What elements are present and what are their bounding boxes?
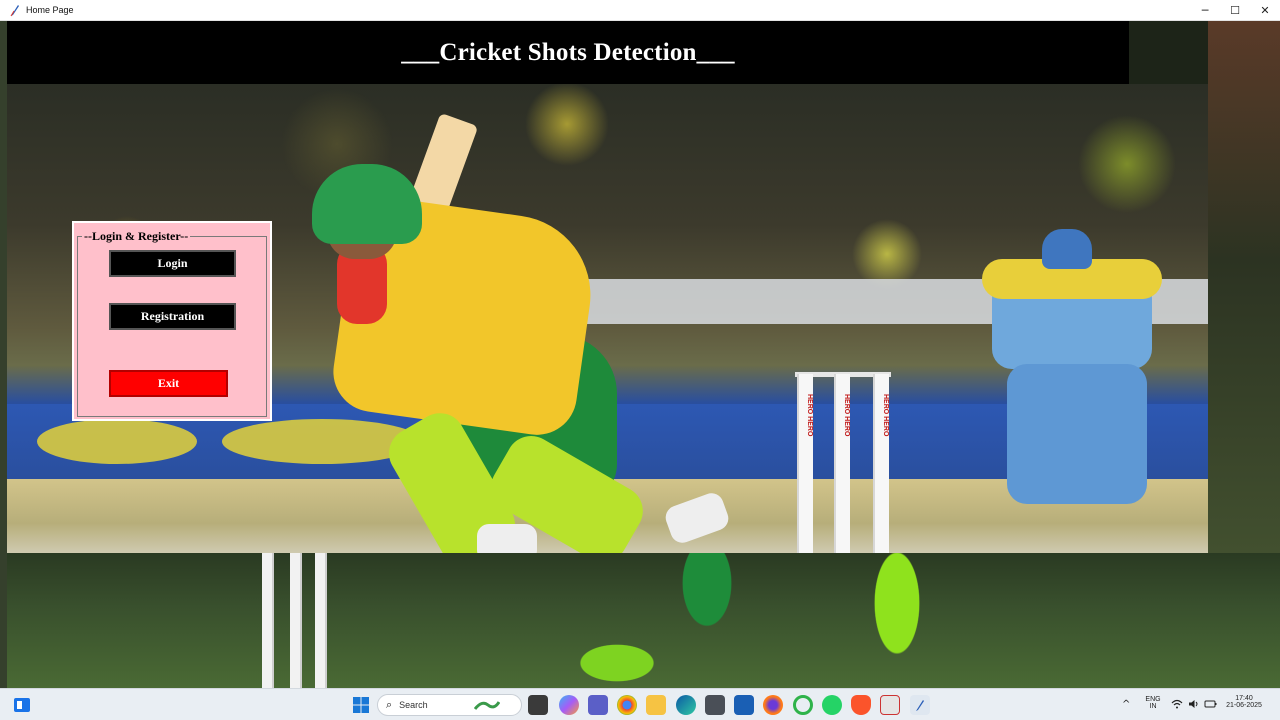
teams-icon[interactable] bbox=[588, 695, 608, 715]
wicket-stump: HERO HERO bbox=[797, 374, 813, 553]
wicket-stump: HERO HERO bbox=[834, 374, 850, 553]
task-view-icon[interactable] bbox=[528, 695, 548, 715]
volume-icon[interactable] bbox=[1188, 699, 1200, 709]
search-placeholder: Search bbox=[399, 700, 428, 710]
whatsapp-icon[interactable] bbox=[822, 695, 842, 715]
stump-sponsor-text: HERO HERO bbox=[843, 394, 850, 437]
window-titlebar: Home Page ─ ☐ ✕ bbox=[0, 0, 1280, 21]
app-header: ___Cricket Shots Detection___ bbox=[7, 21, 1129, 84]
background-right-edge bbox=[1208, 21, 1280, 553]
close-button[interactable]: ✕ bbox=[1250, 0, 1280, 21]
clock-date: 21-06-2025 bbox=[1226, 702, 1262, 709]
wicket-stump bbox=[315, 553, 327, 688]
stump-sponsor-text: HERO HERO bbox=[806, 394, 813, 437]
login-register-panel: --Login & Register-- Login Registration … bbox=[72, 221, 272, 421]
window-title: Home Page bbox=[26, 5, 74, 15]
copilot-icon[interactable] bbox=[559, 695, 579, 715]
wicket-stump bbox=[290, 553, 302, 688]
search-icon: ⌕ bbox=[386, 698, 393, 711]
store-icon[interactable] bbox=[734, 695, 754, 715]
start-icon[interactable] bbox=[351, 695, 371, 715]
window-controls: ─ ☐ ✕ bbox=[1190, 0, 1280, 21]
circle-app-icon[interactable] bbox=[793, 695, 813, 715]
wicket-stump bbox=[262, 553, 274, 688]
exit-button[interactable]: Exit bbox=[109, 370, 228, 397]
taskbar-search[interactable]: ⌕ Search bbox=[377, 694, 522, 716]
battery-icon[interactable] bbox=[1204, 699, 1217, 709]
page-title: ___Cricket Shots Detection___ bbox=[401, 38, 735, 66]
language-bottom: IN bbox=[1149, 703, 1157, 710]
registration-button[interactable]: Registration bbox=[109, 303, 236, 330]
search-highlight-icon bbox=[473, 701, 500, 710]
firefox-icon[interactable] bbox=[763, 695, 783, 715]
stump-sponsor-text: HERO HERO bbox=[882, 394, 889, 437]
clock-time: 17:40 bbox=[1235, 695, 1253, 702]
edge-icon[interactable] bbox=[676, 695, 696, 715]
widgets-icon[interactable] bbox=[12, 695, 32, 715]
fielder-cap bbox=[1042, 229, 1092, 269]
chrome-icon[interactable] bbox=[617, 695, 637, 715]
ad-logo bbox=[37, 419, 197, 464]
maximize-button[interactable]: ☐ bbox=[1220, 0, 1250, 21]
language-indicator[interactable]: ENG IN bbox=[1143, 696, 1163, 710]
clock[interactable]: 17:40 21-06-2025 bbox=[1222, 695, 1266, 709]
python-feather-icon[interactable] bbox=[910, 695, 930, 715]
cricket-background-strip bbox=[7, 553, 1280, 688]
snipping-tool-icon[interactable] bbox=[880, 695, 900, 715]
wicket-stump: HERO HERO bbox=[873, 374, 889, 553]
app-feather-icon bbox=[10, 5, 19, 17]
file-explorer-icon[interactable] bbox=[646, 695, 666, 715]
batter-helmet bbox=[312, 164, 422, 244]
fielder-legs bbox=[1007, 364, 1147, 504]
language-top: ENG bbox=[1145, 696, 1161, 703]
windows-taskbar: ⌕ Search ^ ENG IN 17:40 21-06-2025 bbox=[0, 688, 1280, 720]
login-button[interactable]: Login bbox=[109, 250, 236, 277]
tray-chevron-icon[interactable]: ^ bbox=[1122, 699, 1130, 710]
brave-icon[interactable] bbox=[851, 695, 871, 715]
minimize-button[interactable]: ─ bbox=[1190, 0, 1220, 21]
batter-shoe bbox=[477, 524, 537, 553]
wifi-icon[interactable] bbox=[1171, 699, 1183, 709]
app-hexagon-icon[interactable] bbox=[705, 695, 725, 715]
background-left-edge bbox=[0, 21, 7, 688]
login-register-legend: --Login & Register-- bbox=[84, 229, 189, 243]
